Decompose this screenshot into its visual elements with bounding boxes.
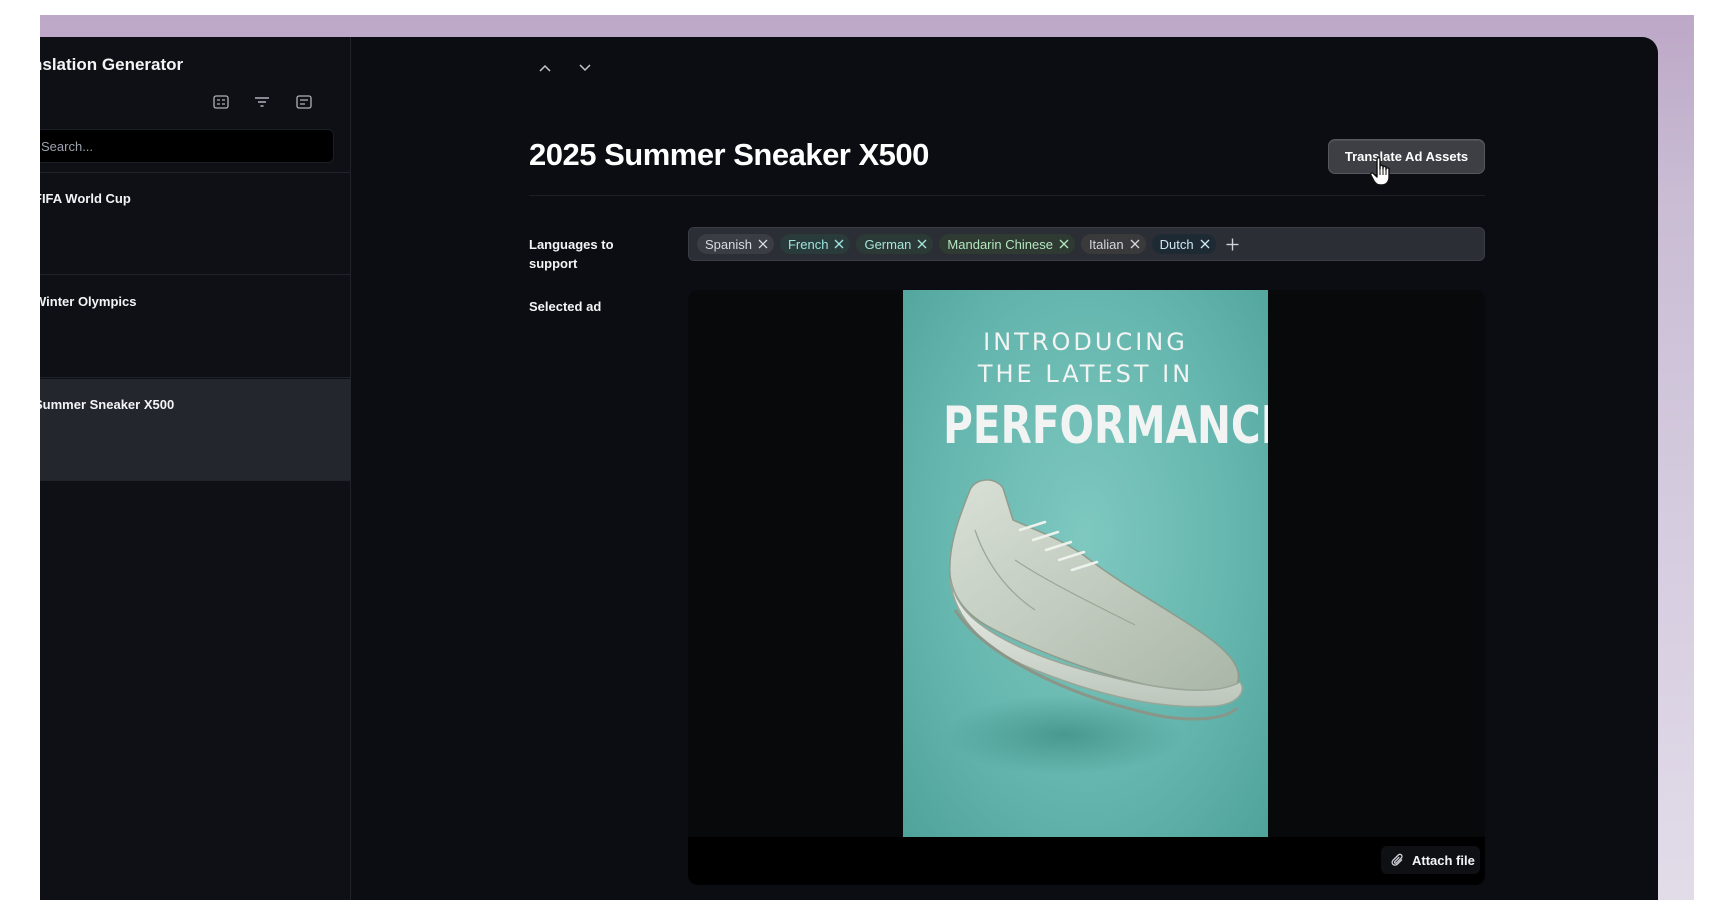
header-divider bbox=[529, 195, 1485, 196]
language-chip-label: Dutch bbox=[1159, 236, 1194, 252]
language-chip-label: Italian bbox=[1088, 236, 1124, 252]
sidebar-item-winter-olympics[interactable]: Winter Olympics bbox=[40, 276, 351, 378]
remove-language-icon[interactable] bbox=[758, 239, 768, 249]
sidebar-item-label: FIFA World Cup bbox=[40, 191, 131, 206]
add-language-icon[interactable] bbox=[1224, 235, 1242, 253]
language-chip-german: German bbox=[856, 234, 934, 254]
translate-ad-assets-button[interactable]: Translate Ad Assets bbox=[1328, 139, 1485, 174]
attach-file-button[interactable]: Attach file bbox=[1381, 846, 1480, 874]
sidebar-item-fifa-world-cup[interactable]: FIFA World Cup bbox=[40, 173, 351, 275]
attach-file-label: Attach file bbox=[1412, 852, 1475, 868]
selected-ad-label: Selected ad bbox=[529, 299, 602, 314]
filter-icon[interactable] bbox=[253, 94, 271, 110]
languages-field[interactable]: Spanish French German Mandarin Chinese I… bbox=[688, 227, 1485, 261]
page-title: 2025 Summer Sneaker X500 bbox=[529, 137, 929, 172]
language-chip-label: French bbox=[787, 236, 829, 252]
sidebar-item-summer-sneaker-x500[interactable]: Summer Sneaker X500 bbox=[40, 379, 351, 481]
ad-panel-footer: Attach file bbox=[688, 837, 1485, 885]
chevron-up-icon bbox=[539, 64, 551, 72]
view-list-icon[interactable] bbox=[212, 94, 230, 110]
language-chip-spanish: Spanish bbox=[697, 234, 774, 254]
app-title: nslation Generator bbox=[40, 55, 184, 74]
remove-language-icon[interactable] bbox=[1130, 239, 1140, 249]
previous-record-button[interactable] bbox=[535, 58, 555, 78]
details-view-icon[interactable] bbox=[295, 94, 313, 110]
ad-image: INTRODUCING THE LATEST IN PERFORMANCE bbox=[903, 290, 1268, 837]
search-box bbox=[40, 129, 334, 163]
remove-language-icon[interactable] bbox=[834, 239, 844, 249]
next-record-button[interactable] bbox=[575, 58, 595, 78]
language-chip-label: Spanish bbox=[705, 236, 752, 252]
sidebar-item-label: Winter Olympics bbox=[40, 294, 137, 309]
remove-language-icon[interactable] bbox=[1059, 239, 1069, 249]
remove-language-icon[interactable] bbox=[917, 239, 927, 249]
search-input[interactable] bbox=[40, 130, 333, 162]
remove-language-icon[interactable] bbox=[1200, 239, 1210, 249]
sneaker-illustration bbox=[945, 479, 1243, 775]
ad-headline-line-1: INTRODUCING bbox=[983, 328, 1188, 356]
chevron-down-icon bbox=[579, 64, 591, 72]
language-chip-mandarin-chinese: Mandarin Chinese bbox=[939, 234, 1075, 254]
language-chip-italian: Italian bbox=[1080, 234, 1146, 254]
app-window: nslation Generator FIFA World Cup bbox=[40, 37, 1658, 900]
sidebar: nslation Generator FIFA World Cup bbox=[40, 37, 351, 900]
selected-ad-panel: INTRODUCING THE LATEST IN PERFORMANCE At… bbox=[688, 290, 1485, 885]
language-chip-dutch: Dutch bbox=[1151, 234, 1216, 254]
language-chip-label: German bbox=[864, 236, 912, 252]
ad-headline-line-3: PERFORMANCE bbox=[943, 396, 1268, 456]
hand-cursor-icon bbox=[1369, 157, 1390, 186]
ad-headline-line-2: THE LATEST IN bbox=[977, 360, 1194, 388]
language-chip-label: Mandarin Chinese bbox=[947, 236, 1053, 252]
paperclip-icon bbox=[1391, 853, 1403, 866]
language-chip-french: French bbox=[779, 234, 851, 254]
sidebar-item-label: Summer Sneaker X500 bbox=[40, 397, 175, 412]
languages-label: Languages to support bbox=[529, 237, 614, 271]
